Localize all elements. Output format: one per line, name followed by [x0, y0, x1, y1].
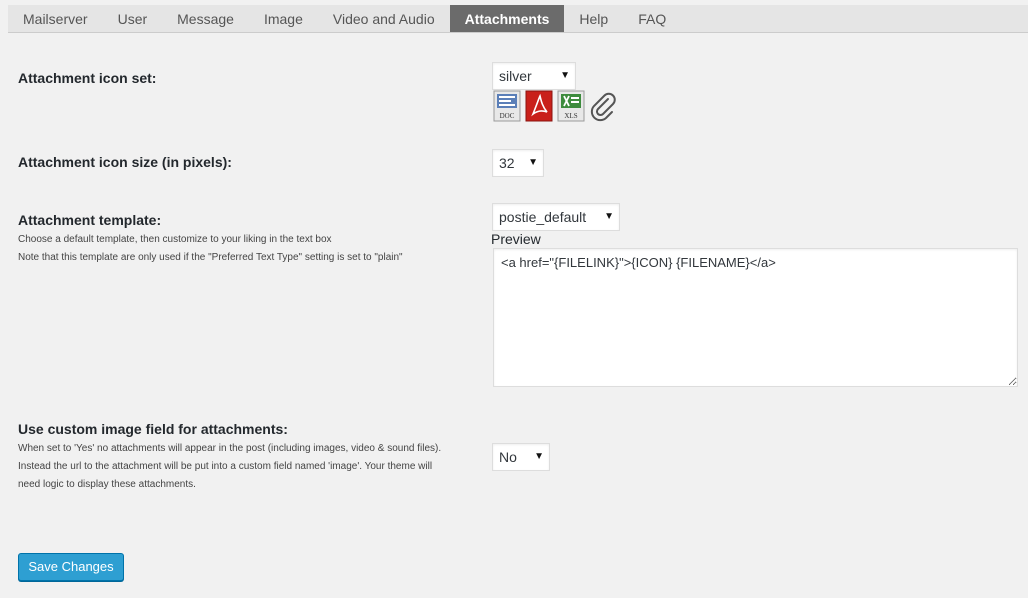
- template-description-1: Choose a default template, then customiz…: [18, 234, 332, 245]
- template-select-wrapper: postie_default ▼: [492, 203, 620, 231]
- tab-help[interactable]: Help: [564, 5, 623, 32]
- tab-video-and-audio[interactable]: Video and Audio: [318, 5, 450, 32]
- paperclip-icon: [590, 92, 616, 122]
- tab-message[interactable]: Message: [162, 5, 249, 32]
- icon-size-label: Attachment icon size (in pixels):: [18, 154, 232, 170]
- custom-field-select[interactable]: No: [492, 443, 550, 471]
- xls-icon-text: XLS: [564, 112, 577, 120]
- custom-field-description-3: need logic to display these attachments.: [18, 479, 196, 490]
- icon-size-select-wrapper: 32 ▼: [492, 149, 544, 177]
- tab-faq[interactable]: FAQ: [623, 5, 681, 32]
- doc-icon: DOC: [493, 90, 521, 122]
- icon-set-select-wrapper: silver ▼: [492, 62, 576, 90]
- custom-field-description-2: Instead the url to the attachment will b…: [18, 461, 433, 472]
- template-select[interactable]: postie_default: [492, 203, 620, 231]
- icon-size-select[interactable]: 32: [492, 149, 544, 177]
- preview-label: Preview: [491, 231, 541, 247]
- template-textarea[interactable]: <a href="{FILELINK}">{ICON} {FILENAME}</…: [493, 248, 1018, 387]
- tab-bar: Mailserver User Message Image Video and …: [8, 5, 1028, 33]
- custom-field-label: Use custom image field for attachments:: [18, 421, 288, 437]
- icon-set-label: Attachment icon set:: [18, 70, 157, 86]
- xls-icon: XLS: [557, 90, 585, 122]
- icon-set-select[interactable]: silver: [492, 62, 576, 90]
- tab-image[interactable]: Image: [249, 5, 318, 32]
- tab-attachments[interactable]: Attachments: [449, 5, 565, 32]
- custom-field-select-wrapper: No ▼: [492, 443, 550, 471]
- save-changes-button[interactable]: Save Changes: [18, 553, 124, 581]
- template-label: Attachment template:: [18, 212, 162, 228]
- doc-icon-text: DOC: [500, 112, 515, 120]
- pdf-icon: [525, 90, 553, 122]
- icon-preview-list: DOC XLS: [493, 90, 617, 122]
- tab-mailserver[interactable]: Mailserver: [8, 5, 103, 32]
- settings-page: Mailserver User Message Image Video and …: [0, 0, 1028, 598]
- template-description-2: Note that this template are only used if…: [18, 252, 403, 263]
- tab-user[interactable]: User: [103, 5, 163, 32]
- custom-field-description-1: When set to 'Yes' no attachments will ap…: [18, 443, 442, 454]
